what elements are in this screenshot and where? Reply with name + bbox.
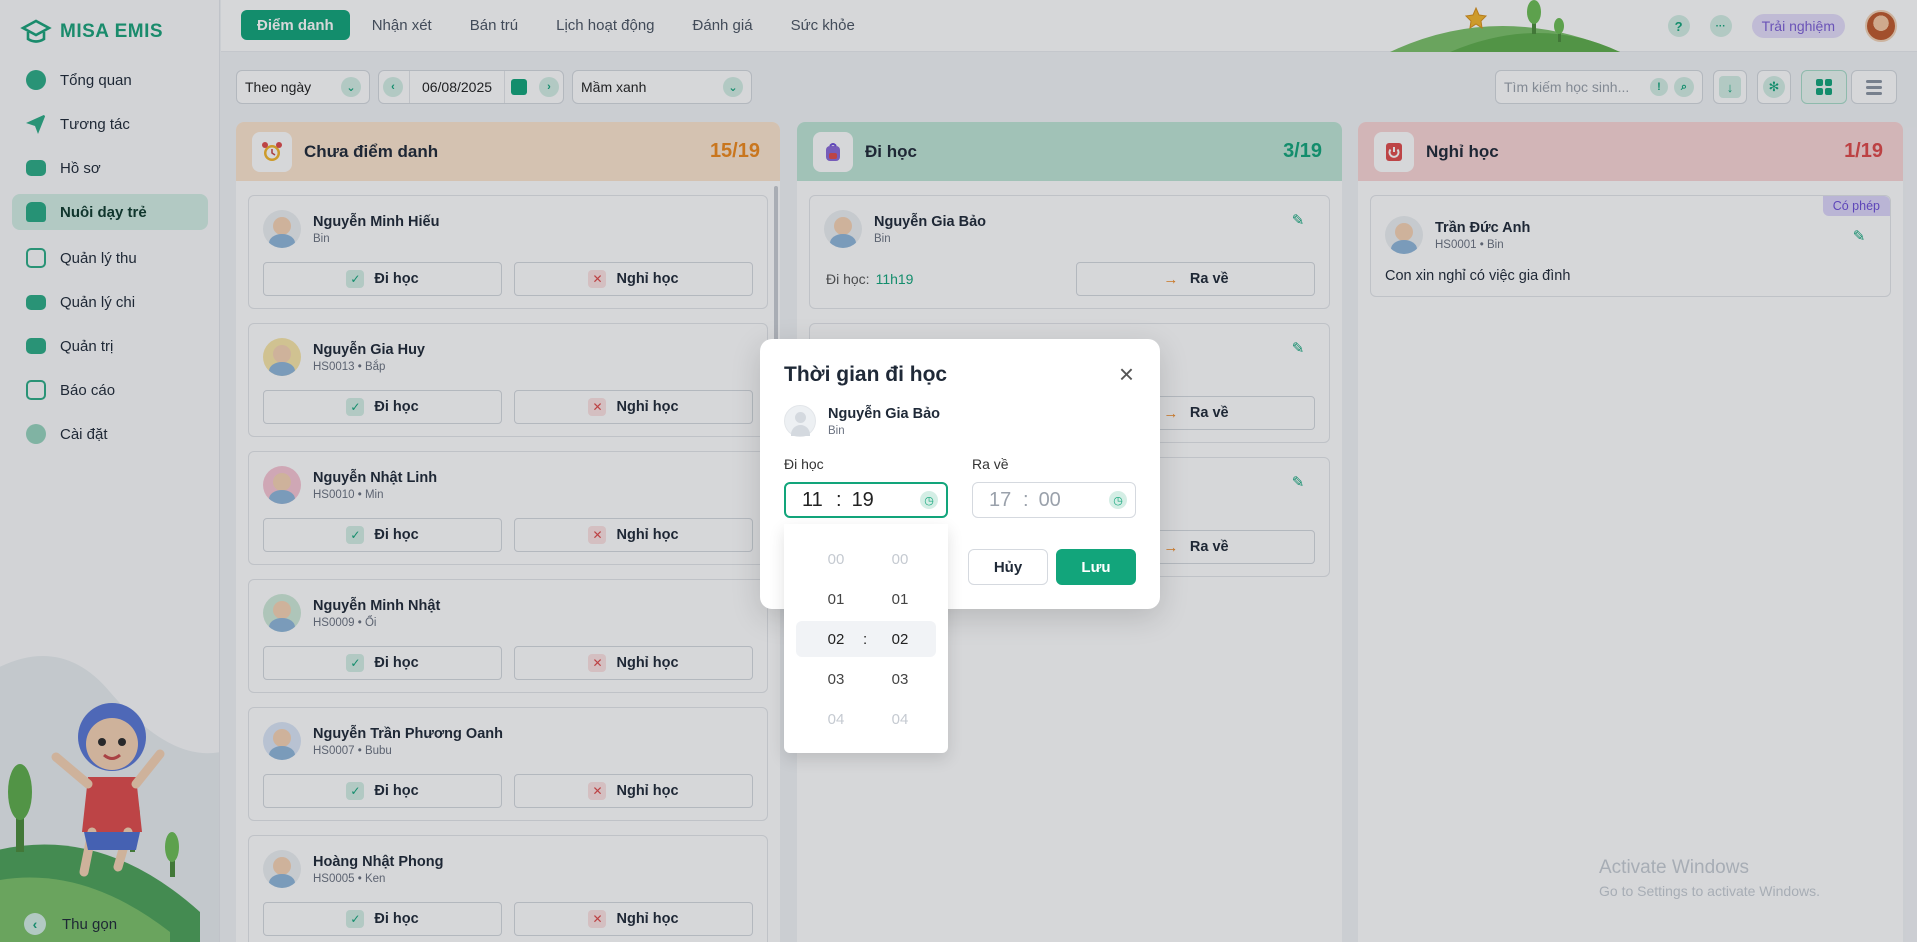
time-option[interactable]: 03 03 — [784, 661, 948, 697]
time-separator: : — [863, 630, 868, 648]
minute-option[interactable]: 03 — [888, 671, 912, 688]
activation-watermark: Activate Windows Go to Settings to activ… — [1599, 857, 1820, 899]
dialog-student: Nguyễn Gia Bảo Bin — [784, 405, 940, 437]
hour-option[interactable]: 03 — [824, 671, 848, 688]
hour-option[interactable]: 00 — [824, 551, 848, 568]
leave-hour: 17 — [989, 488, 1012, 511]
leave-label: Ra về — [972, 456, 1009, 472]
save-button[interactable]: Lưu — [1056, 549, 1136, 585]
student-name: Nguyễn Gia Bảo — [828, 405, 940, 422]
arrive-minute: 19 — [851, 488, 874, 511]
cancel-button[interactable]: Hủy — [968, 549, 1048, 585]
dialog-title: Thời gian đi học — [784, 363, 948, 386]
minute-option[interactable]: 01 — [888, 591, 912, 608]
time-separator: : — [1023, 488, 1029, 511]
watermark-title: Activate Windows — [1599, 857, 1749, 878]
leave-time-input[interactable]: 17 : 00 ◷ — [972, 482, 1136, 518]
clock-icon[interactable]: ◷ — [1109, 491, 1127, 509]
hour-option[interactable]: 01 — [824, 591, 848, 608]
close-icon[interactable]: × — [1119, 361, 1134, 387]
clock-icon[interactable]: ◷ — [920, 491, 938, 509]
minute-option[interactable]: 02 — [888, 631, 912, 648]
watermark-subtitle: Go to Settings to activate Windows. — [1599, 883, 1820, 899]
minute-option[interactable]: 00 — [888, 551, 912, 568]
minute-option[interactable]: 04 — [888, 711, 912, 728]
time-option[interactable]: 00 00 — [784, 541, 948, 577]
leave-minute: 00 — [1038, 488, 1061, 511]
hour-option[interactable]: 02 — [824, 631, 848, 648]
arrive-hour: 11 — [802, 488, 823, 511]
student-meta: Bin — [828, 424, 845, 437]
time-option[interactable]: 04 04 — [784, 701, 948, 737]
time-picker-dropdown: 00 00 01 01 02 : 02 03 03 04 04 — [784, 524, 948, 753]
time-option-selected[interactable]: 02 : 02 — [796, 621, 936, 657]
arrive-time-input[interactable]: 11 : 19 ◷ — [784, 482, 948, 518]
arrive-label: Đi học — [784, 456, 824, 472]
avatar — [784, 405, 816, 437]
time-option[interactable]: 01 01 — [784, 581, 948, 617]
time-separator: : — [836, 488, 842, 511]
hour-option[interactable]: 04 — [824, 711, 848, 728]
